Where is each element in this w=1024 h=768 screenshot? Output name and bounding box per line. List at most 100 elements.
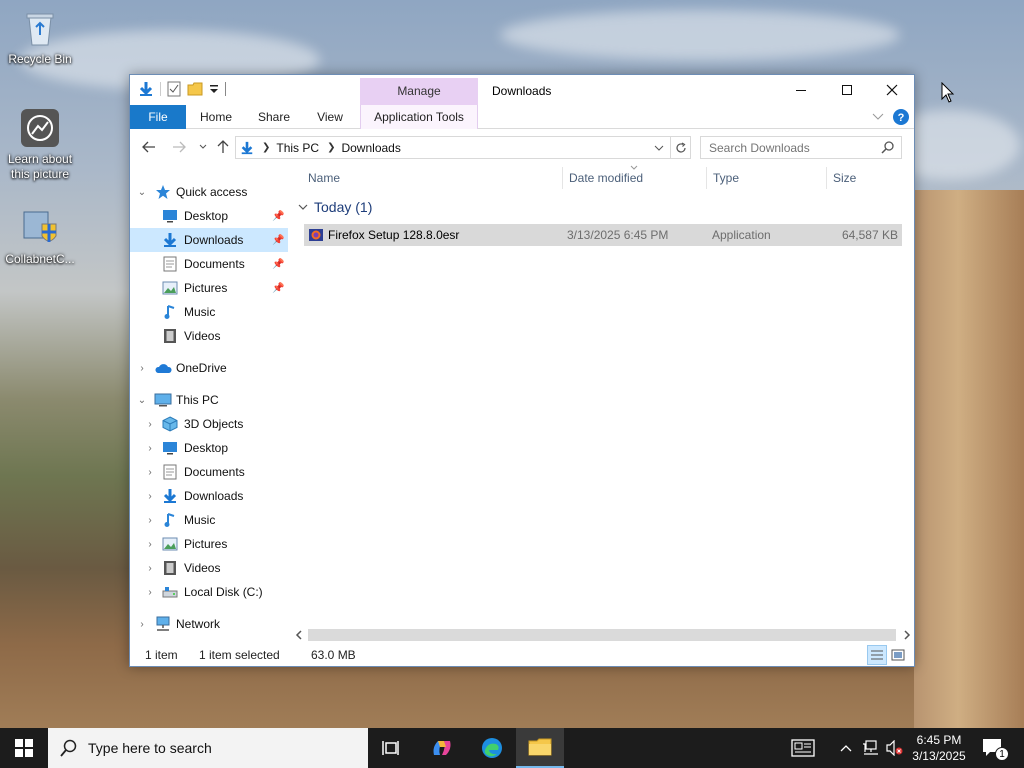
breadcrumb-downloads[interactable]: Downloads xyxy=(341,141,400,155)
properties-icon[interactable] xyxy=(167,81,181,97)
scroll-left-icon[interactable] xyxy=(295,630,303,640)
recycle-bin-icon xyxy=(20,8,60,48)
column-header-name[interactable]: Name xyxy=(308,165,340,191)
maximize-button[interactable] xyxy=(824,75,870,105)
search-box[interactable] xyxy=(700,136,902,159)
search-input[interactable] xyxy=(701,137,871,158)
network-status-button[interactable] xyxy=(860,728,882,768)
chevron-right-icon[interactable]: › xyxy=(144,419,156,430)
nav-pc-downloads[interactable]: › Downloads xyxy=(130,484,288,508)
refresh-button[interactable] xyxy=(671,136,691,159)
edge-button[interactable] xyxy=(468,728,516,768)
window-title: Downloads xyxy=(492,84,552,98)
nav-label: Downloads xyxy=(184,233,244,247)
tab-file[interactable]: File xyxy=(130,105,186,129)
column-header-date[interactable]: Date modified xyxy=(569,165,643,191)
chevron-down-icon[interactable]: ⌄ xyxy=(136,187,148,198)
chevron-right-icon[interactable]: › xyxy=(144,491,156,502)
nav-quick-music[interactable]: Music xyxy=(130,300,288,324)
new-folder-icon[interactable] xyxy=(187,82,203,96)
copilot-button[interactable] xyxy=(418,728,466,768)
pin-icon[interactable]: 📌 xyxy=(272,283,284,294)
back-button[interactable] xyxy=(140,139,158,155)
recent-locations-button[interactable] xyxy=(194,139,212,155)
desktop-icon-recycle-bin[interactable]: Recycle Bin xyxy=(0,8,80,67)
news-widget-button[interactable] xyxy=(786,728,820,768)
nav-quick-pictures[interactable]: Pictures 📌 xyxy=(130,276,288,300)
table-row[interactable]: Firefox Setup 128.8.0esr 3/13/2025 6:45 … xyxy=(304,224,902,246)
title-bar[interactable]: Manage Downloads xyxy=(130,75,914,105)
chevron-right-icon[interactable]: › xyxy=(136,363,148,374)
tab-home[interactable]: Home xyxy=(194,105,238,129)
search-icon[interactable] xyxy=(881,140,895,154)
nav-pc-videos[interactable]: › Videos xyxy=(130,556,288,580)
start-button[interactable] xyxy=(0,728,48,768)
up-button[interactable] xyxy=(214,139,232,155)
nav-label: 3D Objects xyxy=(184,417,244,431)
customize-toolbar-icon[interactable] xyxy=(209,84,219,94)
group-header-today[interactable]: Today (1) xyxy=(298,199,372,215)
scrollbar-thumb[interactable] xyxy=(308,629,896,641)
chevron-right-icon[interactable]: › xyxy=(144,467,156,478)
pictures-icon xyxy=(161,535,179,553)
star-icon xyxy=(154,183,172,201)
pin-icon[interactable]: 📌 xyxy=(272,211,284,222)
nav-network[interactable]: › Network xyxy=(130,612,288,636)
arrow-left-icon xyxy=(142,141,155,153)
nav-pc-pictures[interactable]: › Pictures xyxy=(130,532,288,556)
column-header-type[interactable]: Type xyxy=(713,165,739,191)
column-header-size[interactable]: Size xyxy=(833,165,856,191)
nav-quick-access[interactable]: ⌄ Quick access xyxy=(130,180,288,204)
nav-quick-downloads[interactable]: Downloads 📌 xyxy=(130,228,288,252)
nav-pc-desktop[interactable]: › Desktop xyxy=(130,436,288,460)
address-dropdown-icon[interactable] xyxy=(654,145,664,151)
nav-onedrive[interactable]: › OneDrive xyxy=(130,356,288,380)
address-input[interactable]: ❯ This PC ❯ Downloads xyxy=(235,136,671,159)
task-view-button[interactable] xyxy=(368,728,416,768)
close-button[interactable] xyxy=(869,75,915,105)
taskbar-search-box[interactable]: Type here to search xyxy=(48,728,368,768)
tab-application-tools[interactable]: Application Tools xyxy=(360,105,478,129)
nav-pc-3d-objects[interactable]: › 3D Objects xyxy=(130,412,288,436)
nav-pc-local-disk[interactable]: › Local Disk (C:) xyxy=(130,580,288,604)
tab-share[interactable]: Share xyxy=(252,105,296,129)
chevron-right-icon[interactable]: › xyxy=(136,619,148,630)
pin-icon[interactable]: 📌 xyxy=(272,259,284,270)
scroll-right-icon[interactable] xyxy=(903,630,911,640)
forward-button[interactable] xyxy=(170,139,188,155)
learn-picture-label: Learn about this picture xyxy=(7,152,73,181)
download-arrow-icon[interactable] xyxy=(138,81,154,97)
tray-overflow-button[interactable] xyxy=(836,728,856,768)
file-list-pane[interactable]: Name Date modified Type Size Today (1) F… xyxy=(292,165,914,641)
file-explorer-window[interactable]: Manage Downloads File Home Share View Ap… xyxy=(129,74,915,667)
horizontal-scrollbar[interactable] xyxy=(292,627,914,643)
nav-pc-documents[interactable]: › Documents xyxy=(130,460,288,484)
help-icon[interactable]: ? xyxy=(892,108,910,126)
chevron-right-icon[interactable]: › xyxy=(144,539,156,550)
chevron-right-icon[interactable]: › xyxy=(144,563,156,574)
tab-view[interactable]: View xyxy=(310,105,350,129)
notifications-button[interactable]: 1 xyxy=(978,728,1009,768)
desktop-icon-learn-picture[interactable]: Learn about this picture xyxy=(0,108,80,182)
nav-this-pc[interactable]: ⌄ This PC xyxy=(130,388,288,412)
details-view-icon[interactable] xyxy=(867,645,887,665)
file-explorer-taskbar-button[interactable] xyxy=(516,728,564,768)
nav-label: Network xyxy=(176,617,221,631)
chevron-down-icon xyxy=(298,204,308,210)
pin-icon[interactable]: 📌 xyxy=(272,235,284,246)
nav-quick-documents[interactable]: Documents 📌 xyxy=(130,252,288,276)
desktop-icon-collabnet[interactable]: CollabnetC... xyxy=(0,208,80,267)
chevron-right-icon[interactable]: › xyxy=(144,443,156,454)
chevron-down-icon[interactable]: ⌄ xyxy=(136,395,148,406)
minimize-button[interactable] xyxy=(778,75,824,105)
chevron-right-icon[interactable]: › xyxy=(144,587,156,598)
system-clock[interactable]: 6:45 PM 3/13/2025 xyxy=(908,732,970,764)
nav-pc-music[interactable]: › Music xyxy=(130,508,288,532)
expand-ribbon-icon[interactable] xyxy=(872,113,884,121)
nav-quick-desktop[interactable]: Desktop 📌 xyxy=(130,204,288,228)
chevron-right-icon[interactable]: › xyxy=(144,515,156,526)
large-icons-view-icon[interactable] xyxy=(891,648,905,662)
nav-quick-videos[interactable]: Videos xyxy=(130,324,288,348)
breadcrumb-this-pc[interactable]: This PC xyxy=(276,141,319,155)
volume-button[interactable] xyxy=(884,728,906,768)
